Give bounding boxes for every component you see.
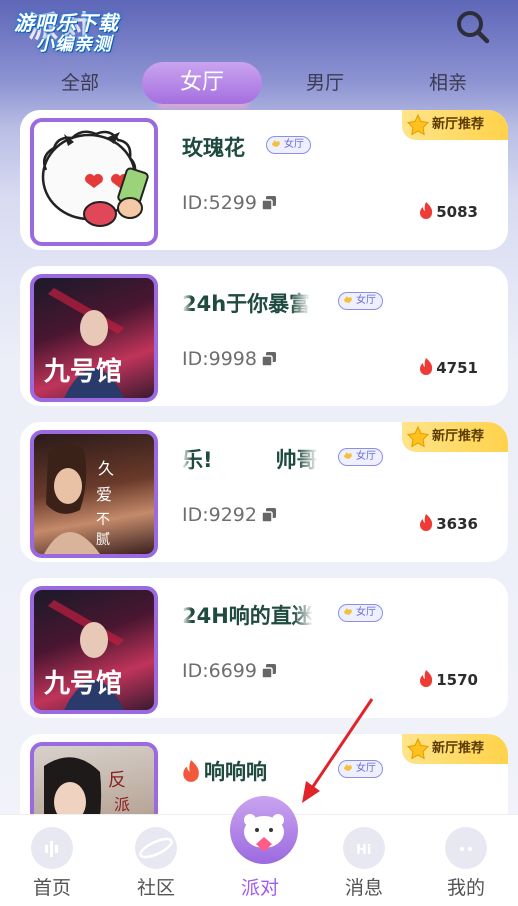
hand-icon xyxy=(272,140,280,147)
room-cover-image: 久 爱 不 腻 xyxy=(30,430,158,558)
svg-text:腻: 腻 xyxy=(96,532,110,548)
room-cover-image: 九号馆 xyxy=(30,274,158,402)
nav-community-label: 社区 xyxy=(136,877,175,899)
copy-icon[interactable] xyxy=(262,508,276,522)
room-card[interactable]: 玫瑰花 女厅 ID:5299 5083 新厅推荐 xyxy=(20,110,508,250)
room-id: ID:6699 xyxy=(182,660,257,682)
svg-text:九号馆: 九号馆 xyxy=(43,668,122,699)
flame-icon xyxy=(183,760,199,782)
nav-messages[interactable]: Hi 消息 xyxy=(312,815,416,906)
watermark-logo: 游吧乐下载 小编亲测 xyxy=(14,12,119,56)
svg-text:不: 不 xyxy=(96,512,110,528)
room-heat-value: 5083 xyxy=(436,203,478,221)
room-card[interactable]: 久 爱 不 腻 乐! 帅哥 女厅 ID:9292 3636 新厅推荐 xyxy=(20,422,508,562)
nav-home[interactable]: 首页 xyxy=(0,815,104,906)
room-id: ID:9292 xyxy=(182,504,257,526)
room-name-row: 响响响 xyxy=(182,756,267,786)
svg-text:反: 反 xyxy=(108,770,126,791)
flame-icon xyxy=(420,514,433,531)
new-room-badge-label: 新厅推荐 xyxy=(432,741,485,756)
svg-text:派: 派 xyxy=(114,795,130,814)
room-card[interactable]: 九号馆 24H响的直迷 女厅 ID:6699 1570 xyxy=(20,578,508,718)
category-tabs: 全部 女厅 男厅 相亲 xyxy=(0,62,518,108)
room-name: 乐! 帅哥 xyxy=(182,448,318,472)
room-tag: 女厅 xyxy=(338,448,383,466)
new-room-badge: 新厅推荐 xyxy=(402,110,508,140)
nav-profile[interactable]: 我的 xyxy=(414,815,518,906)
room-tag: 女厅 xyxy=(266,136,311,154)
nav-home-label: 首页 xyxy=(32,877,71,899)
watermark-line-2: 小编亲测 xyxy=(36,34,112,55)
room-id: ID:9998 xyxy=(182,348,257,370)
room-name: 玫瑰花 xyxy=(182,136,245,160)
hand-icon xyxy=(344,452,352,459)
svg-text:九号馆: 九号馆 xyxy=(43,356,122,387)
annotation-arrow xyxy=(302,698,374,803)
new-room-badge: 新厅推荐 xyxy=(402,422,508,452)
nav-messages-label: 消息 xyxy=(344,877,383,899)
star-icon xyxy=(406,737,430,760)
room-heat: 3636 xyxy=(419,514,478,533)
room-name: 响响响 xyxy=(204,760,267,784)
search-icon xyxy=(457,11,490,44)
copy-icon[interactable] xyxy=(262,196,276,210)
room-tag-label: 女厅 xyxy=(356,295,376,306)
copy-icon[interactable] xyxy=(262,352,276,366)
room-tag: 女厅 xyxy=(338,604,383,622)
room-card[interactable]: 九号馆 24h于你暴富 女厅 ID:9998 4751 xyxy=(20,266,508,406)
room-heat-value: 3636 xyxy=(436,515,478,533)
flame-icon xyxy=(420,670,433,687)
room-heat: 5083 xyxy=(419,202,478,221)
room-heat: 4751 xyxy=(419,358,478,377)
community-icon xyxy=(135,827,177,869)
star-icon xyxy=(406,425,430,448)
flame-icon xyxy=(420,358,433,375)
new-room-badge: 新厅推荐 xyxy=(402,734,508,764)
room-heat: 1570 xyxy=(419,670,478,689)
hand-icon xyxy=(344,608,352,615)
room-tag-label: 女厅 xyxy=(284,139,304,150)
nav-profile-label: 我的 xyxy=(446,877,485,899)
search-button[interactable] xyxy=(454,8,492,46)
room-name: 24H响的直迷 xyxy=(182,604,313,628)
message-icon: Hi xyxy=(343,827,385,869)
tab-all[interactable]: 全部 xyxy=(20,62,140,104)
home-icon xyxy=(31,827,73,869)
hand-icon xyxy=(344,296,352,303)
room-heat-value: 1570 xyxy=(436,671,478,689)
room-id: ID:5299 xyxy=(182,192,257,214)
room-heat-value: 4751 xyxy=(436,359,478,377)
svg-text:久: 久 xyxy=(98,459,114,478)
room-cover-image: 九号馆 xyxy=(30,586,158,714)
profile-icon xyxy=(445,827,487,869)
tab-matchmaking[interactable]: 相亲 xyxy=(388,62,508,104)
svg-text:爱: 爱 xyxy=(96,485,112,504)
room-tag: 女厅 xyxy=(338,292,383,310)
nav-party-label: 派对 xyxy=(240,877,279,899)
tab-female-hall[interactable]: 女厅 xyxy=(142,62,262,104)
nav-community[interactable]: 社区 xyxy=(104,815,208,906)
copy-icon[interactable] xyxy=(262,664,276,678)
new-room-badge-label: 新厅推荐 xyxy=(432,117,485,132)
tab-male-hall[interactable]: 男厅 xyxy=(265,62,385,104)
room-cover-image xyxy=(30,118,158,246)
flame-icon xyxy=(420,202,433,219)
party-center-button[interactable] xyxy=(230,796,298,864)
watermark-line-1: 游吧乐下载 xyxy=(14,11,119,35)
new-room-badge-label: 新厅推荐 xyxy=(432,429,485,444)
star-icon xyxy=(406,113,430,136)
room-name: 24h于你暴富 xyxy=(182,292,311,316)
party-icon xyxy=(244,814,284,852)
room-tag-label: 女厅 xyxy=(356,451,376,462)
room-tag-label: 女厅 xyxy=(356,607,376,618)
svg-text:Hi: Hi xyxy=(356,843,371,858)
